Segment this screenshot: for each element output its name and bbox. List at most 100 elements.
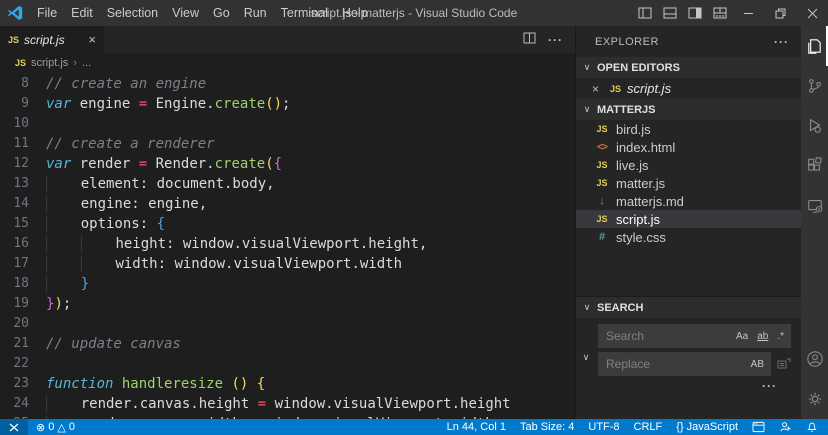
braces-icon: {} (676, 421, 683, 433)
menu-edit[interactable]: Edit (64, 0, 100, 26)
code-line[interactable]: 10 (0, 114, 575, 134)
activitybar-explorer[interactable] (801, 26, 828, 66)
language-indicator[interactable]: {}JavaScript (676, 421, 738, 433)
status-item-3[interactable]: CRLF (634, 421, 663, 433)
code-line[interactable]: 11// create a renderer (0, 134, 575, 154)
line-content: }); (46, 294, 71, 314)
line-content: element: document.body, (46, 174, 275, 194)
line-content: } (46, 274, 89, 294)
code-line[interactable]: 12var render = Render.create({ (0, 154, 575, 174)
line-number: 12 (0, 154, 46, 174)
activitybar-settings[interactable] (801, 379, 828, 419)
code-line[interactable]: 23function handleresize () { (0, 374, 575, 394)
menu-file[interactable]: File (30, 0, 64, 26)
line-number: 22 (0, 354, 46, 374)
explorer-more-actions-icon[interactable]: ··· (774, 35, 789, 49)
code-line[interactable]: 14 engine: engine, (0, 194, 575, 214)
search-options: Aaab .* (734, 330, 786, 343)
search-more-actions-icon[interactable]: ··· (598, 376, 791, 393)
sidebar-spacer (576, 246, 801, 296)
file-item-matter-js[interactable]: JSmatter.js (576, 174, 801, 192)
more-actions-icon[interactable]: ··· (548, 33, 563, 47)
customize-layout-icon[interactable] (707, 0, 732, 26)
search-tail (576, 393, 801, 419)
menu-selection[interactable]: Selection (100, 0, 165, 26)
file-item-live-js[interactable]: JSlive.js (576, 156, 801, 174)
code-line[interactable]: 15 options: { (0, 214, 575, 234)
code-line[interactable]: 17 width: window.visualViewport.width (0, 254, 575, 274)
search-input[interactable]: Search Aaab.* (598, 324, 791, 348)
activitybar-remote-explorer[interactable] (801, 186, 828, 226)
open-editors-header[interactable]: ∨ OPEN EDITORS (576, 57, 801, 78)
status-item-1[interactable]: Tab Size: 4 (520, 421, 574, 433)
code-line[interactable]: 18 } (0, 274, 575, 294)
open-editors-label: OPEN EDITORS (597, 62, 680, 74)
replace-all-icon[interactable] (777, 357, 791, 371)
breadcrumb-symbol[interactable]: ... (82, 57, 91, 69)
project-header[interactable]: ∨ MATTERJS (576, 99, 801, 120)
status-bar-right: Ln 44, Col 1 Tab Size: 4 UTF-8 CRLF {}JavaSc… (433, 421, 818, 433)
code-line[interactable]: 20 (0, 314, 575, 334)
code-line[interactable]: 16 height: window.visualViewport.height, (0, 234, 575, 254)
close-editor-icon[interactable]: × (592, 82, 604, 96)
code-line[interactable]: 9var engine = Engine.create(); (0, 94, 575, 114)
replace-input[interactable]: Replace AB (598, 352, 771, 376)
file-item-index-html[interactable]: <>index.html (576, 138, 801, 156)
file-item-style-css[interactable]: #style.css (576, 228, 801, 246)
code-line[interactable]: 25 render.canvas.width = window.visualVi… (0, 414, 575, 419)
activitybar-run-and-debug[interactable] (801, 106, 828, 146)
notifications-icon[interactable] (806, 421, 818, 433)
code-line[interactable]: 22 (0, 354, 575, 374)
file-item-matterjs-md[interactable]: ↓matterjs.md (576, 192, 801, 210)
activitybar-extensions[interactable] (801, 146, 828, 186)
breadcrumb[interactable]: JS script.js › ... (0, 53, 575, 72)
browser-icon[interactable] (752, 421, 765, 433)
code-editor[interactable]: 8// create an engine9var engine = Engine… (0, 72, 575, 419)
preserve-case-icon[interactable]: AB (749, 358, 766, 371)
match-case-icon[interactable]: Aa (734, 330, 750, 343)
close-window-button[interactable] (796, 0, 828, 26)
code-line[interactable]: 8// create an engine (0, 74, 575, 94)
file-name: style.css (616, 230, 666, 245)
remote-indicator-icon[interactable] (0, 419, 28, 435)
split-editor-icon[interactable] (523, 31, 536, 49)
open-editor-item[interactable]: ×JSscript.js (576, 78, 801, 99)
file-name: matterjs.md (616, 194, 684, 209)
breadcrumb-file[interactable]: script.js (31, 57, 68, 69)
status-item-0[interactable]: Ln 44, Col 1 (447, 421, 506, 433)
toggle-panel-left-icon[interactable] (632, 0, 657, 26)
restore-button[interactable] (764, 0, 796, 26)
tab-scriptjs[interactable]: JS script.js × (0, 26, 104, 53)
toggle-panel-bottom-icon[interactable] (657, 0, 682, 26)
settings-icon (806, 390, 824, 408)
activitybar-source-control[interactable] (801, 66, 828, 106)
line-number: 16 (0, 234, 46, 254)
problems-status[interactable]: ⊗ 0 △ 0 (36, 421, 75, 434)
toggle-panel-right-icon[interactable] (682, 0, 707, 26)
minimize-button[interactable] (732, 0, 764, 26)
menu-view[interactable]: View (165, 0, 206, 26)
file-item-script-js[interactable]: JSscript.js (576, 210, 801, 228)
status-item-2[interactable]: UTF-8 (588, 421, 619, 433)
match-whole-word-icon[interactable]: ab (755, 330, 770, 343)
line-content: // create a renderer (46, 134, 215, 154)
line-content: render.canvas.height = window.visualView… (46, 394, 511, 414)
use-regex-icon[interactable]: .* (775, 330, 786, 343)
code-line[interactable]: 13 element: document.body, (0, 174, 575, 194)
activitybar-account[interactable] (801, 339, 828, 379)
feedback-icon[interactable] (779, 421, 792, 433)
code-line[interactable]: 19}); (0, 294, 575, 314)
file-name: script.js (616, 212, 660, 227)
code-line[interactable]: 24 render.canvas.height = window.visualV… (0, 394, 575, 414)
file-name: matter.js (616, 176, 665, 191)
tab-close-icon[interactable]: × (88, 32, 96, 47)
menu-go[interactable]: Go (206, 0, 237, 26)
extensions-icon (806, 157, 824, 175)
toggle-replace-icon[interactable]: ∨ (579, 352, 593, 363)
file-item-bird-js[interactable]: JSbird.js (576, 120, 801, 138)
search-header[interactable]: ∨ SEARCH (576, 297, 801, 318)
line-content: options: { (46, 214, 165, 234)
chevron-right-icon: › (73, 57, 77, 69)
code-line[interactable]: 21// update canvas (0, 334, 575, 354)
menu-run[interactable]: Run (237, 0, 274, 26)
